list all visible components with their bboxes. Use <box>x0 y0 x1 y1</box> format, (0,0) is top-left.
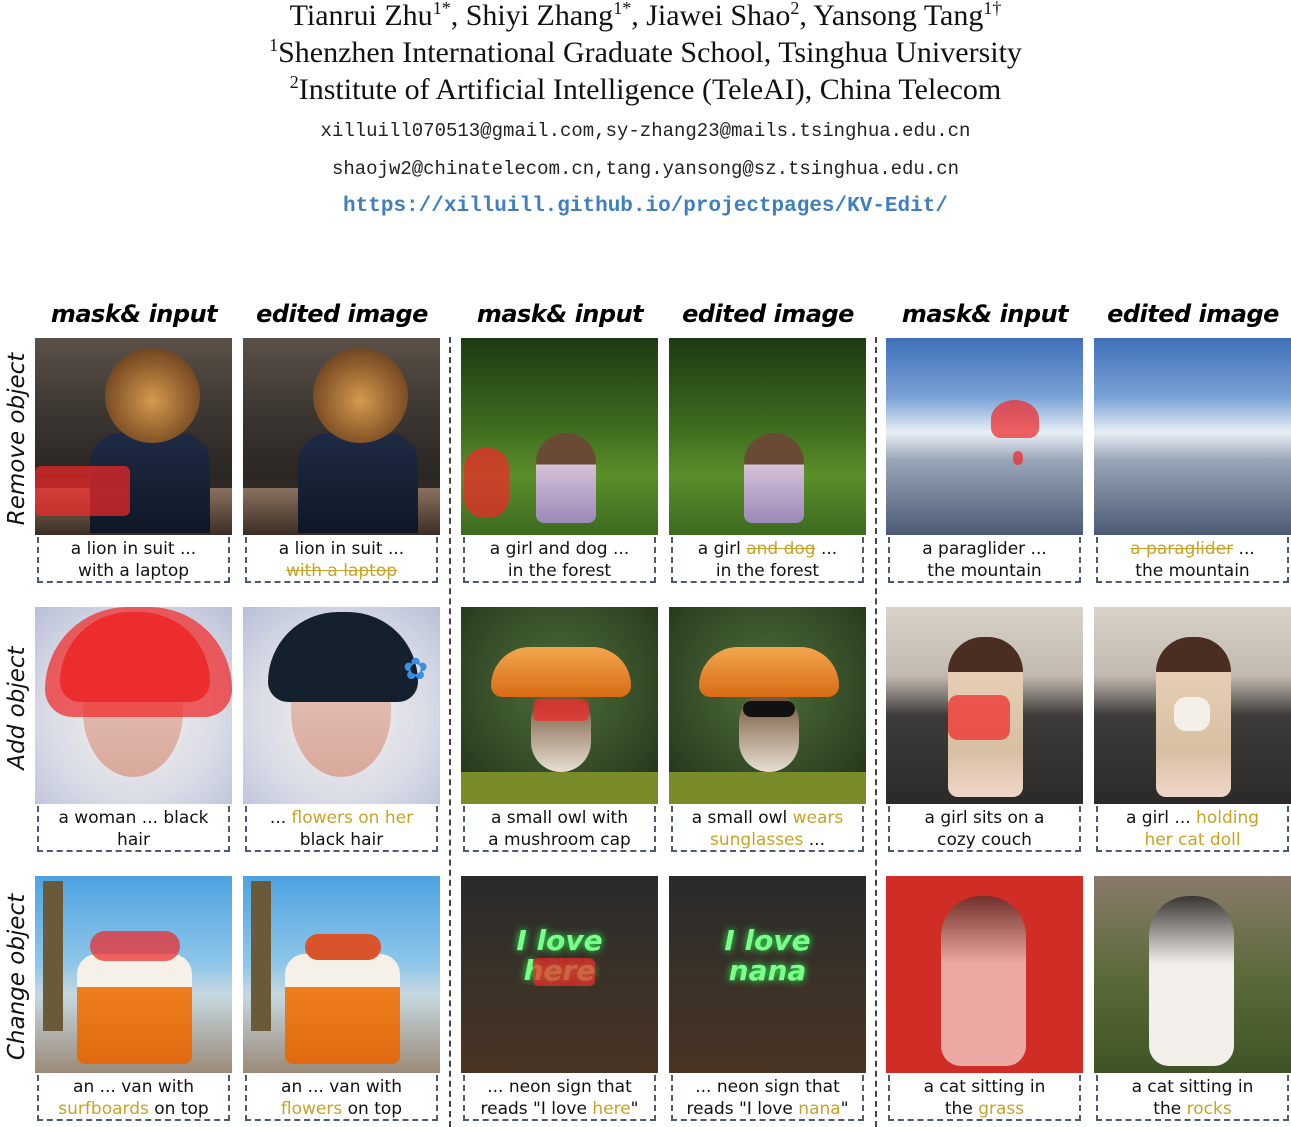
col-header-mask-input-1: mask& input <box>50 300 218 328</box>
authors-line: Tianrui Zhu1*, Shiyi Zhang1*, Jiawei Sha… <box>289 0 1002 32</box>
caption: a girl sits on a cozy couch <box>888 806 1081 852</box>
caption: an ... van with flowers on top <box>245 1075 438 1121</box>
mask-overlay <box>1013 451 1023 465</box>
caption: a small owl wears sunglasses ... <box>671 806 864 852</box>
row-label-remove: Remove object <box>4 352 30 526</box>
cat-doll-icon <box>1174 697 1210 731</box>
image-mountain-mask <box>886 338 1083 535</box>
caption: a cat sitting in the rocks <box>1096 1075 1289 1121</box>
caption: a girl and dog ... in the forest <box>671 537 864 583</box>
affiliation-1: 1Shenzhen International Graduate School,… <box>269 35 1022 69</box>
caption: a lion in suit ... with a laptop <box>37 537 230 583</box>
mask-overlay <box>533 699 589 721</box>
image-forest-edited <box>669 338 866 535</box>
caption: a paraglider ... the mountain <box>1096 537 1289 583</box>
image-couch-edited <box>1094 607 1291 804</box>
caption: a paraglider ... the mountain <box>888 537 1081 583</box>
mask-overlay <box>45 607 232 717</box>
image-woman-edited: ✿ <box>243 607 440 804</box>
column-separator <box>875 337 877 1127</box>
mask-overlay <box>533 958 595 986</box>
caption: a cat sitting in the grass <box>888 1075 1081 1121</box>
col-header-edited-image-3: edited image <box>1107 300 1279 328</box>
col-header-edited-image-1: edited image <box>256 300 428 328</box>
flowers-icon <box>305 934 381 960</box>
caption: ... neon sign that reads "I love nana" <box>671 1075 864 1121</box>
affiliation-2: 2Institute of Artificial Intelligence (T… <box>289 72 1002 106</box>
row-label-add: Add object <box>4 646 30 770</box>
image-owl-edited <box>669 607 866 804</box>
sunglasses-icon <box>743 701 795 717</box>
image-lion-mask <box>35 338 232 535</box>
mask-overlay <box>90 931 180 961</box>
emails-line-2: shaojw2@chinatelecom.cn,tang.yansong@sz.… <box>331 158 960 180</box>
image-mountain-edited <box>1094 338 1291 535</box>
caption: a small owl with a mushroom cap <box>463 806 656 852</box>
mask-overlay <box>464 448 509 518</box>
image-woman-mask <box>35 607 232 804</box>
caption: an ... van with surfboards on top <box>37 1075 230 1121</box>
col-header-mask-input-2: mask& input <box>476 300 644 328</box>
image-couch-mask <box>886 607 1083 804</box>
image-forest-mask <box>461 338 658 535</box>
mask-overlay <box>991 400 1039 438</box>
caption: a woman ... black hair <box>37 806 230 852</box>
caption: a lion in suit ... with a laptop <box>245 537 438 583</box>
emails-line-1: xilluill070513@gmail.com,sy-zhang23@mail… <box>320 120 971 142</box>
mask-overlay <box>948 695 1010 740</box>
image-cat-edited <box>1094 876 1291 1073</box>
row-label-change: Change object <box>4 893 30 1061</box>
project-url-link[interactable]: https://xilluill.github.io/projectpages/… <box>0 195 1291 218</box>
column-separator <box>449 337 451 1127</box>
caption: ... neon sign that reads "I love here" <box>463 1075 656 1121</box>
flower-icon: ✿ <box>403 652 429 687</box>
col-header-mask-input-3: mask& input <box>901 300 1069 328</box>
caption: a girl ... holding her cat doll <box>1096 806 1289 852</box>
image-lion-edited <box>243 338 440 535</box>
image-neon-mask: I lovehere <box>461 876 658 1073</box>
caption: ... flowers on her black hair <box>245 806 438 852</box>
caption: a girl and dog ... in the forest <box>463 537 656 583</box>
image-cat-mask <box>886 876 1083 1073</box>
image-van-edited <box>243 876 440 1073</box>
mask-overlay <box>35 466 130 516</box>
col-header-edited-image-2: edited image <box>682 300 854 328</box>
image-neon-edited: I love nana <box>669 876 866 1073</box>
image-owl-mask <box>461 607 658 804</box>
image-van-mask <box>35 876 232 1073</box>
mask-overlay <box>886 876 1083 1073</box>
